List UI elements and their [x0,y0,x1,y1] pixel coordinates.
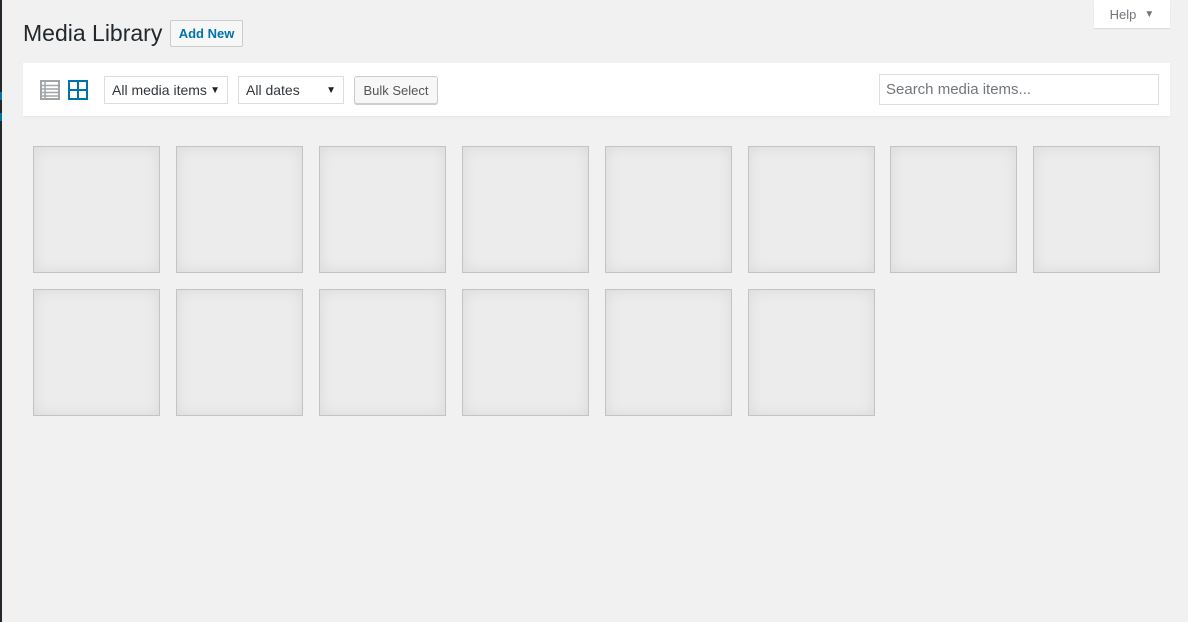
media-tile[interactable] [319,289,446,416]
caret-down-icon: ▼ [326,84,336,96]
media-tile[interactable] [176,146,303,273]
date-filter-value: All dates [246,82,300,98]
media-tile[interactable] [890,146,1017,273]
media-tile[interactable] [33,146,160,273]
media-tile[interactable] [319,146,446,273]
page-title: Media Library [23,20,163,46]
media-tile[interactable] [605,289,732,416]
list-view-icon[interactable] [40,80,60,100]
caret-down-icon: ▼ [210,84,220,96]
admin-sidebar-edge [0,0,2,622]
media-tile[interactable] [748,146,875,273]
media-type-filter-value: All media items [112,82,207,98]
media-tile[interactable] [605,146,732,273]
grid-view-icon[interactable] [68,80,88,100]
caret-down-icon: ▼ [1144,8,1155,20]
media-tile[interactable] [33,289,160,416]
media-tile[interactable] [462,146,589,273]
help-label: Help [1109,6,1137,22]
media-tile[interactable] [176,289,303,416]
search-input[interactable] [879,74,1159,105]
media-tile[interactable] [462,289,589,416]
date-filter[interactable]: All dates ▼ [238,76,344,104]
add-new-button[interactable]: Add New [170,20,243,47]
media-toolbar: All media items ▼ All dates ▼ Bulk Select [23,63,1170,116]
help-tab-button[interactable]: Help ▼ [1094,0,1170,28]
media-tile[interactable] [748,289,875,416]
media-type-filter[interactable]: All media items ▼ [104,76,228,104]
bulk-select-button[interactable]: Bulk Select [354,76,438,104]
media-tile[interactable] [1033,146,1160,273]
